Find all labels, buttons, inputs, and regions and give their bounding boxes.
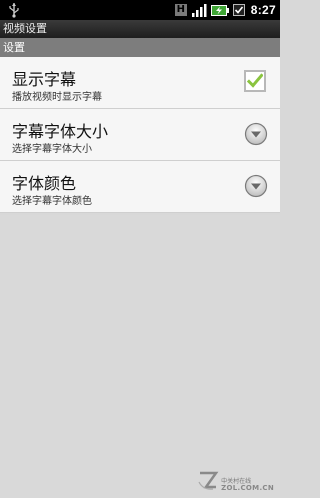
dropdown-arrow-icon[interactable] <box>244 122 268 146</box>
setting-summary: 选择字幕字体颜色 <box>12 196 92 207</box>
empty-content-area: 中关村在线 ZOL.COM.CN <box>0 215 280 498</box>
setting-summary: 播放视频时显示字幕 <box>12 92 102 103</box>
setting-title: 显示字幕 <box>12 70 77 89</box>
checkmark-icon <box>247 73 263 88</box>
settings-list: 显示字幕 播放视频时显示字幕 字幕字体大小 选择字幕字体大小 字体颜色 选择字幕… <box>0 57 280 213</box>
setting-summary: 选择字幕字体大小 <box>12 144 92 155</box>
section-header: 设置 <box>0 38 280 57</box>
setting-subtitle-font-size[interactable]: 字幕字体大小 选择字幕字体大小 <box>0 109 280 161</box>
watermark-en: ZOL.COM.CN <box>221 484 274 492</box>
dropdown-arrow-icon[interactable] <box>244 174 268 198</box>
status-bar: H 8:27 <box>0 0 280 20</box>
window-title: 视频设置 <box>0 20 280 38</box>
clock: 8:27 <box>250 3 276 17</box>
zol-logo-icon <box>198 471 219 490</box>
network-type-icon: H <box>174 4 187 16</box>
check-icon <box>232 4 245 16</box>
setting-title: 字幕字体大小 <box>12 122 109 141</box>
subtitles-checkbox[interactable] <box>244 70 266 92</box>
setting-title: 字体颜色 <box>12 174 77 193</box>
battery-charging-icon <box>210 4 229 16</box>
watermark: 中关村在线 ZOL.COM.CN <box>197 470 274 492</box>
setting-subtitle-font-color[interactable]: 字体颜色 选择字幕字体颜色 <box>0 161 280 213</box>
signal-icon <box>191 3 207 17</box>
usb-icon <box>9 3 19 18</box>
setting-show-subtitles[interactable]: 显示字幕 播放视频时显示字幕 <box>0 57 280 109</box>
